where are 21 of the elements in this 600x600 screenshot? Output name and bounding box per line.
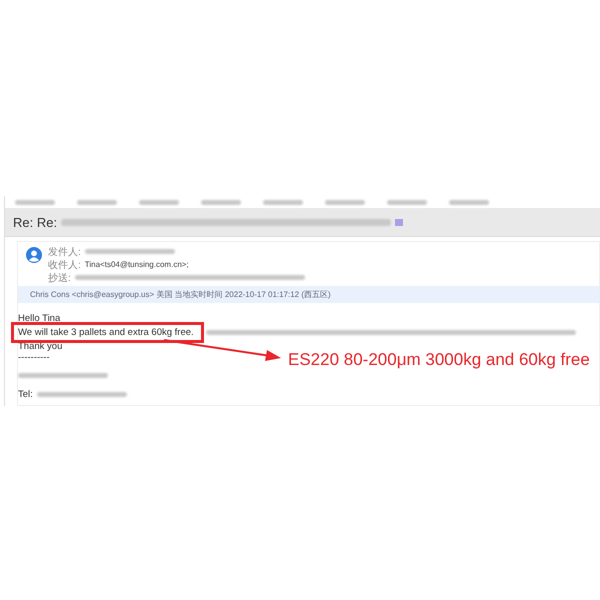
blurred-text <box>387 200 427 204</box>
avatar-icon <box>26 247 42 263</box>
tag-icon <box>395 218 404 226</box>
blurred-text <box>325 200 365 204</box>
blurred-text <box>139 200 179 204</box>
header-label: 收件人: <box>48 258 81 272</box>
tel-label: Tel: <box>18 388 33 400</box>
header-label: 抄送: <box>48 272 71 284</box>
annotation-text: ES220 80-200μm 3000kg and 60kg free <box>288 350 590 370</box>
email-subject: Re: Re: <box>13 214 58 230</box>
greeting-text: Hello Tina <box>18 312 60 324</box>
blurred-text <box>15 200 55 204</box>
blurred-text <box>77 200 117 204</box>
header-value: Tina<ts04@tunsing.com.cn>; <box>84 260 189 269</box>
blurred-text <box>449 200 489 204</box>
sender-info: Chris Cons <chris@easygroup.us> 美国 当地实时时间 2022-10-17 01:17:12 (西五区) <box>18 286 599 303</box>
separator-text: ---------- <box>18 352 50 363</box>
body-text: We will take 3 pallets and extra 60kg free. <box>18 326 194 338</box>
header-label: 发件人: <box>48 246 81 258</box>
blurred-text <box>263 200 303 204</box>
blurred-text <box>201 200 241 204</box>
